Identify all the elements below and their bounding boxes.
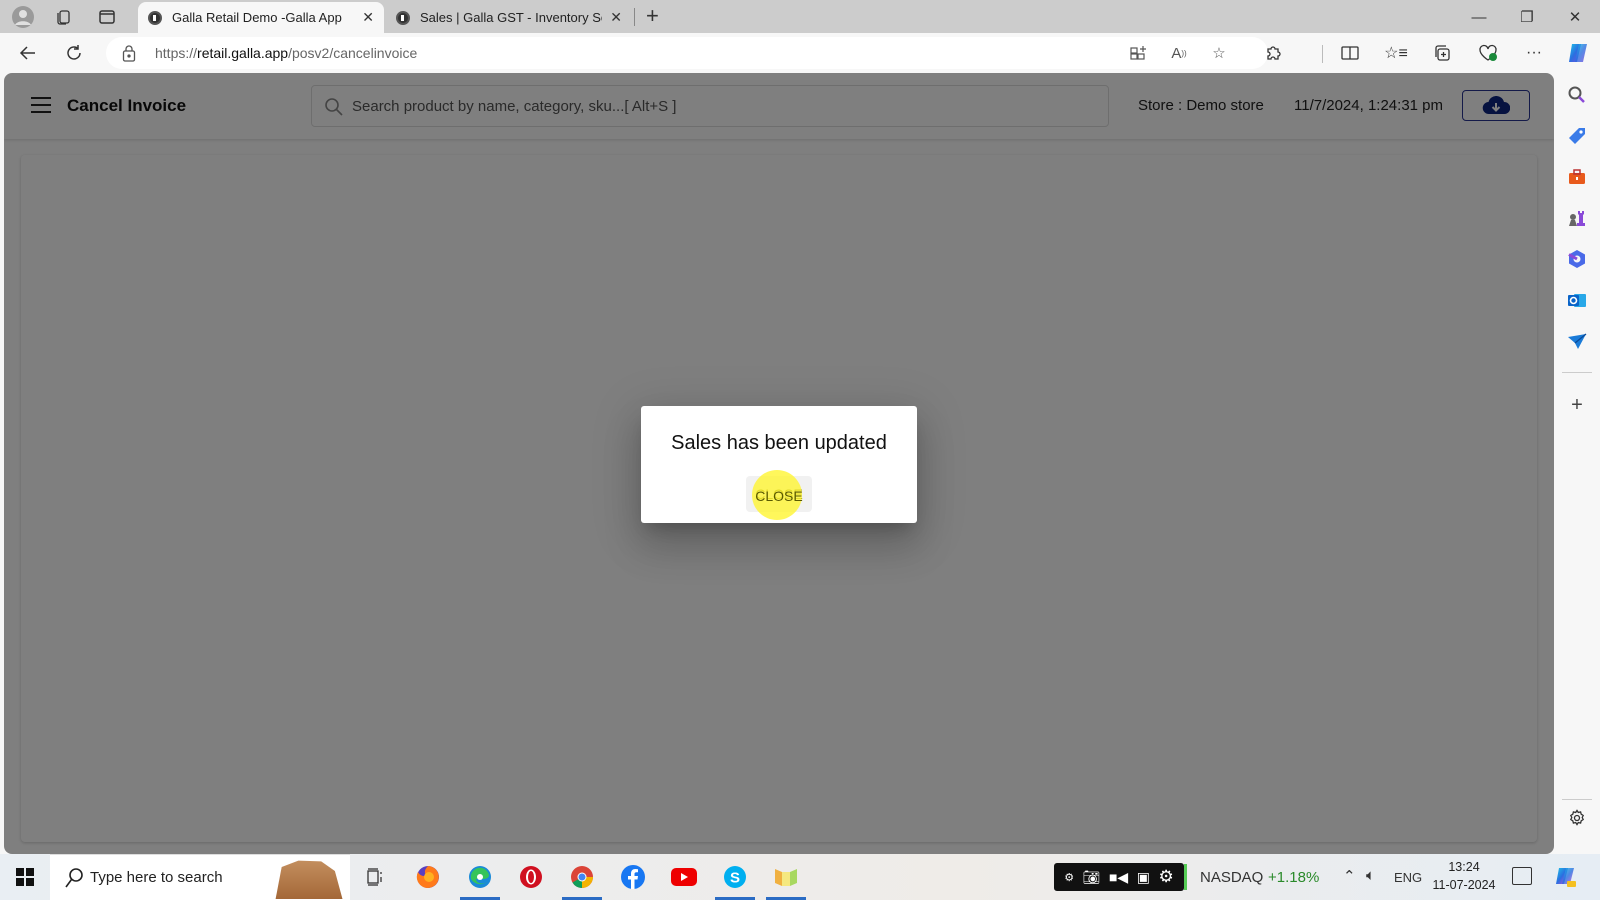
- dialog-message: Sales has been updated: [671, 432, 887, 454]
- games-icon[interactable]: [1565, 206, 1589, 230]
- system-clock[interactable]: 13:24 11-07-2024: [1428, 858, 1500, 894]
- edge-sidebar: +: [1554, 73, 1600, 853]
- search-highlight-image[interactable]: [275, 860, 343, 899]
- taskbar-search[interactable]: Type here to search: [50, 854, 350, 900]
- add-sidebar-item-icon[interactable]: +: [1565, 393, 1589, 417]
- favorite-star-icon[interactable]: ☆: [1208, 43, 1230, 63]
- vertical-tabs-icon[interactable]: [94, 4, 120, 30]
- clock-date: 11-07-2024: [1432, 878, 1496, 892]
- minimize-button[interactable]: —: [1456, 4, 1502, 30]
- url-scheme: https://: [155, 45, 198, 61]
- task-view-icon[interactable]: [355, 859, 395, 895]
- browser-toolbar: https://retail.galla.app/posv2/cancelinv…: [0, 33, 1600, 73]
- browser-essentials-icon[interactable]: [1475, 40, 1501, 66]
- capture-toolbar: ⚙ 📷︎ ■◀ ▣ ⚙: [1054, 863, 1184, 891]
- browser-tab-strip: Galla Retail Demo -Galla App ✕ Sales | G…: [0, 0, 1600, 33]
- copilot-taskbar-icon[interactable]: [1548, 859, 1584, 895]
- settings-gear-icon[interactable]: ⚙: [1158, 867, 1173, 887]
- clock-time: 13:24: [1448, 860, 1480, 874]
- sidebar-divider: [1562, 799, 1592, 800]
- read-aloud-icon[interactable]: A)): [1168, 43, 1190, 63]
- close-tab-icon[interactable]: ✕: [362, 9, 374, 26]
- url-path: /posv2/cancelinvoice: [288, 45, 418, 61]
- tab-divider: [634, 8, 635, 26]
- tools-icon[interactable]: [1565, 165, 1589, 189]
- split-screen-icon[interactable]: [1337, 40, 1363, 66]
- close-tab-icon[interactable]: ✕: [610, 9, 622, 26]
- tab-title: Sales | Galla GST - Inventory Soft: [420, 10, 603, 25]
- workspaces-icon[interactable]: [50, 4, 76, 30]
- taskbar-search-placeholder: Type here to search: [90, 869, 223, 886]
- refresh-button[interactable]: [60, 39, 88, 67]
- favorites-icon[interactable]: ☆≡: [1383, 40, 1409, 66]
- ticker-change[interactable]: +1.18%: [1268, 869, 1319, 886]
- lock-icon[interactable]: [122, 44, 136, 62]
- maximize-button[interactable]: ❐: [1504, 4, 1550, 30]
- extensions-icon[interactable]: [1260, 40, 1286, 66]
- app-available-icon[interactable]: [1128, 43, 1150, 63]
- svg-text:S: S: [730, 870, 740, 887]
- windows-start-icon[interactable]: [16, 868, 34, 886]
- camera-icon[interactable]: 📷︎: [1083, 869, 1101, 886]
- books-app-icon[interactable]: [766, 859, 806, 900]
- windows-taskbar: Type here to search S ⚙ 📷︎ ■◀ ▣ ⚙ NASDAQ…: [0, 854, 1600, 900]
- sidebar-divider: [1562, 372, 1592, 373]
- more-options-icon[interactable]: ···: [1521, 40, 1547, 66]
- show-hidden-icons-chevron-icon[interactable]: ⌃: [1343, 867, 1356, 885]
- send-icon[interactable]: [1565, 329, 1589, 353]
- capture-settings-icon[interactable]: ⚙: [1064, 871, 1074, 884]
- sidebar-search-icon[interactable]: [1565, 83, 1589, 107]
- microsoft365-icon[interactable]: [1565, 247, 1589, 271]
- profile-avatar-icon[interactable]: [10, 4, 36, 30]
- galla-favicon-icon: [396, 10, 410, 25]
- ticker-name[interactable]: NASDAQ: [1200, 869, 1263, 886]
- back-button[interactable]: [14, 39, 42, 67]
- collections-icon[interactable]: [1429, 40, 1455, 66]
- copilot-icon[interactable]: [1565, 40, 1591, 66]
- url-host: retail.galla.app: [197, 45, 289, 61]
- video-camera-icon[interactable]: ■◀: [1109, 869, 1128, 886]
- edge-icon[interactable]: [460, 859, 500, 900]
- galla-favicon-icon: [148, 10, 162, 25]
- input-language[interactable]: ENG: [1394, 870, 1422, 885]
- tab-title: Galla Retail Demo -Galla App: [172, 10, 342, 25]
- sidebar-settings-icon[interactable]: [1565, 806, 1589, 830]
- skype-icon[interactable]: S: [715, 859, 755, 900]
- capture-status-indicator: [1184, 864, 1187, 890]
- facebook-icon[interactable]: [613, 859, 653, 895]
- chrome-icon[interactable]: [562, 859, 602, 900]
- firefox-icon[interactable]: [408, 859, 448, 895]
- outlook-icon[interactable]: [1565, 288, 1589, 312]
- window-capture-icon[interactable]: ▣: [1137, 869, 1150, 886]
- url-text[interactable]: https://retail.galla.app/posv2/cancelinv…: [155, 45, 417, 61]
- tab-sales-galla-gst[interactable]: Sales | Galla GST - Inventory Soft ✕: [386, 2, 632, 33]
- volume-icon[interactable]: 🔈︎: [1366, 867, 1375, 884]
- youtube-icon[interactable]: [664, 859, 704, 895]
- close-window-button[interactable]: ✕: [1552, 4, 1598, 30]
- tab-galla-retail-demo[interactable]: Galla Retail Demo -Galla App ✕: [138, 2, 384, 33]
- new-tab-button[interactable]: +: [646, 3, 659, 29]
- search-icon: [65, 868, 83, 888]
- close-dialog-button[interactable]: CLOSE: [746, 476, 812, 512]
- sales-updated-dialog: Sales has been updated CLOSE: [641, 406, 917, 523]
- notifications-icon[interactable]: [1512, 867, 1532, 885]
- opera-icon[interactable]: [511, 859, 551, 895]
- toolbar-divider: [1322, 45, 1323, 63]
- address-bar[interactable]: https://retail.galla.app/posv2/cancelinv…: [106, 37, 1268, 69]
- shopping-tag-icon[interactable]: [1565, 124, 1589, 148]
